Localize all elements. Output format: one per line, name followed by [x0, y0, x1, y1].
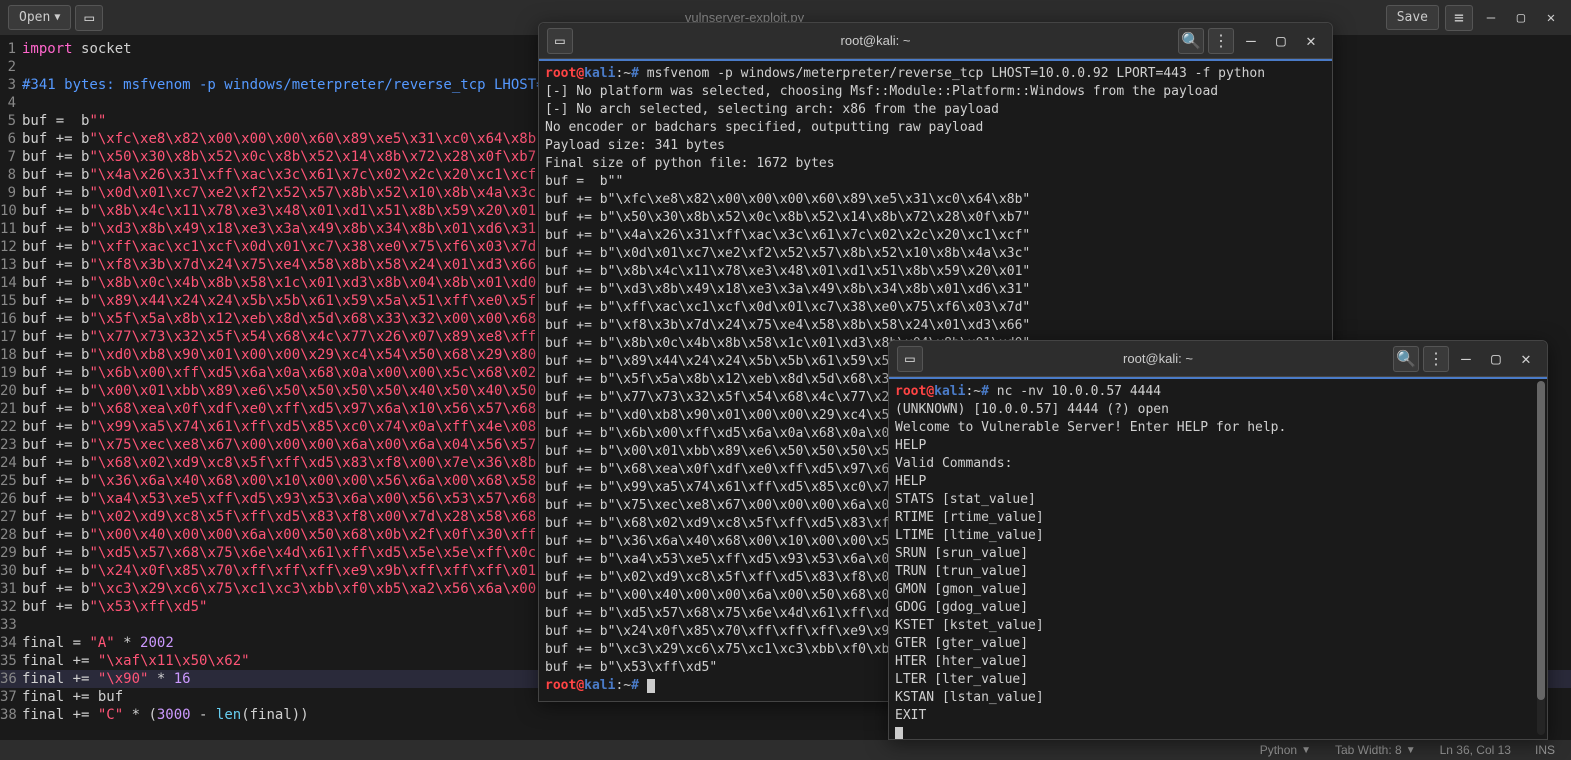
save-label: Save [1397, 10, 1428, 25]
terminal2-close-button[interactable]: ✕ [1513, 346, 1539, 372]
line-number: 22 [0, 418, 22, 436]
terminal2-menu-button[interactable]: ⋮ [1423, 346, 1449, 372]
line-number: 29 [0, 544, 22, 562]
line-number: 36 [0, 670, 22, 688]
line-number: 28 [0, 526, 22, 544]
status-lang-label: Python [1260, 743, 1297, 757]
terminal1-newtab-button[interactable]: ▭ [547, 28, 573, 54]
search-icon: 🔍 [1181, 31, 1201, 50]
maximize-button[interactable]: ▢ [1509, 6, 1533, 30]
line-number: 13 [0, 256, 22, 274]
newtab-icon: ▭ [555, 31, 565, 50]
line-number: 34 [0, 634, 22, 652]
terminal2-title: root@kali: ~ [923, 351, 1393, 366]
line-number: 20 [0, 382, 22, 400]
line-number: 9 [0, 184, 22, 202]
line-number: 7 [0, 148, 22, 166]
terminal-window-2[interactable]: ▭ root@kali: ~ 🔍 ⋮ — ▢ ✕ root@kali:~# nc… [888, 340, 1548, 740]
terminal1-maximize-button[interactable]: ▢ [1268, 28, 1294, 54]
line-number: 24 [0, 454, 22, 472]
status-pos[interactable]: Ln 36, Col 13 [1440, 743, 1511, 757]
terminal1-minimize-button[interactable]: — [1238, 28, 1264, 54]
line-number: 30 [0, 562, 22, 580]
chevron-down-icon: ▼ [54, 12, 60, 23]
line-number: 16 [0, 310, 22, 328]
open-button[interactable]: Open ▼ [8, 5, 71, 30]
terminal2-search-button[interactable]: 🔍 [1393, 346, 1419, 372]
line-number: 4 [0, 94, 22, 112]
line-number: 5 [0, 112, 22, 130]
line-number: 35 [0, 652, 22, 670]
line-number: 19 [0, 364, 22, 382]
terminal1-menu-button[interactable]: ⋮ [1208, 28, 1234, 54]
terminal2-minimize-button[interactable]: — [1453, 346, 1479, 372]
line-number: 14 [0, 274, 22, 292]
chevron-down-icon: ▼ [1301, 745, 1311, 756]
line-number: 25 [0, 472, 22, 490]
search-icon: 🔍 [1396, 349, 1416, 368]
line-number: 10 [0, 202, 22, 220]
kebab-icon: ⋮ [1213, 31, 1229, 50]
line-number: 1 [0, 40, 22, 58]
status-tabwidth-label: Tab Width: 8 [1335, 743, 1402, 757]
line-number: 27 [0, 508, 22, 526]
line-number: 6 [0, 130, 22, 148]
line-number: 21 [0, 400, 22, 418]
terminal2-newtab-button[interactable]: ▭ [897, 346, 923, 372]
line-number: 38 [0, 706, 22, 724]
line-number: 33 [0, 616, 22, 634]
line-number: 3 [0, 76, 22, 94]
new-tab-icon: ▭ [85, 8, 95, 27]
hamburger-icon: ≡ [1454, 8, 1464, 27]
line-number: 15 [0, 292, 22, 310]
status-ins[interactable]: INS [1535, 743, 1555, 757]
line-number: 11 [0, 220, 22, 238]
new-tab-button[interactable]: ▭ [75, 5, 103, 31]
hamburger-button[interactable]: ≡ [1445, 5, 1473, 31]
terminal2-titlebar: ▭ root@kali: ~ 🔍 ⋮ — ▢ ✕ [889, 341, 1547, 377]
terminal1-title: root@kali: ~ [573, 33, 1178, 48]
line-number: 12 [0, 238, 22, 256]
kebab-icon: ⋮ [1428, 349, 1444, 368]
line-number: 8 [0, 166, 22, 184]
terminal2-scrollbar[interactable] [1537, 381, 1545, 735]
terminal2-maximize-button[interactable]: ▢ [1483, 346, 1509, 372]
line-number: 18 [0, 346, 22, 364]
save-button[interactable]: Save [1386, 5, 1439, 30]
line-number: 2 [0, 58, 22, 76]
minimize-button[interactable]: — [1479, 6, 1503, 30]
terminal1-titlebar: ▭ root@kali: ~ 🔍 ⋮ — ▢ ✕ [539, 23, 1332, 59]
terminal1-search-button[interactable]: 🔍 [1178, 28, 1204, 54]
chevron-down-icon: ▼ [1406, 745, 1416, 756]
terminal2-content[interactable]: root@kali:~# nc -nv 10.0.0.57 4444(UNKNO… [889, 379, 1547, 739]
line-number: 37 [0, 688, 22, 706]
terminal1-close-button[interactable]: ✕ [1298, 28, 1324, 54]
line-number: 31 [0, 580, 22, 598]
status-tabwidth[interactable]: Tab Width: 8 ▼ [1335, 743, 1416, 757]
terminal2-scrollbar-thumb[interactable] [1537, 381, 1545, 700]
line-number: 17 [0, 328, 22, 346]
statusbar: Python ▼ Tab Width: 8 ▼ Ln 36, Col 13 IN… [0, 740, 1571, 760]
status-lang[interactable]: Python ▼ [1260, 743, 1311, 757]
close-button[interactable]: ✕ [1539, 6, 1563, 30]
line-number: 23 [0, 436, 22, 454]
line-number: 26 [0, 490, 22, 508]
newtab-icon: ▭ [905, 349, 915, 368]
open-label: Open [19, 10, 50, 25]
line-number: 32 [0, 598, 22, 616]
